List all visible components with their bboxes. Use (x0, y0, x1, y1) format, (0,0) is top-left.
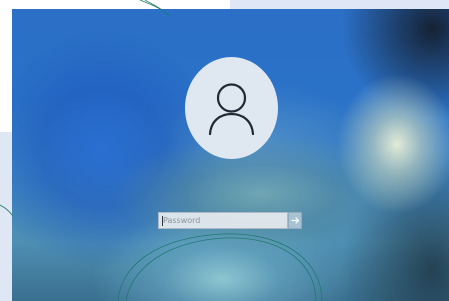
user-avatar (185, 57, 278, 159)
user-icon (208, 83, 255, 136)
text-cursor (162, 216, 163, 226)
password-field[interactable] (158, 212, 288, 229)
photo-frame (0, 0, 449, 301)
submit-button[interactable] (288, 212, 302, 229)
password-input[interactable] (159, 213, 287, 228)
lock-screen (12, 9, 449, 301)
arrow-right-icon (291, 217, 300, 224)
desk-surface-left (0, 132, 12, 301)
